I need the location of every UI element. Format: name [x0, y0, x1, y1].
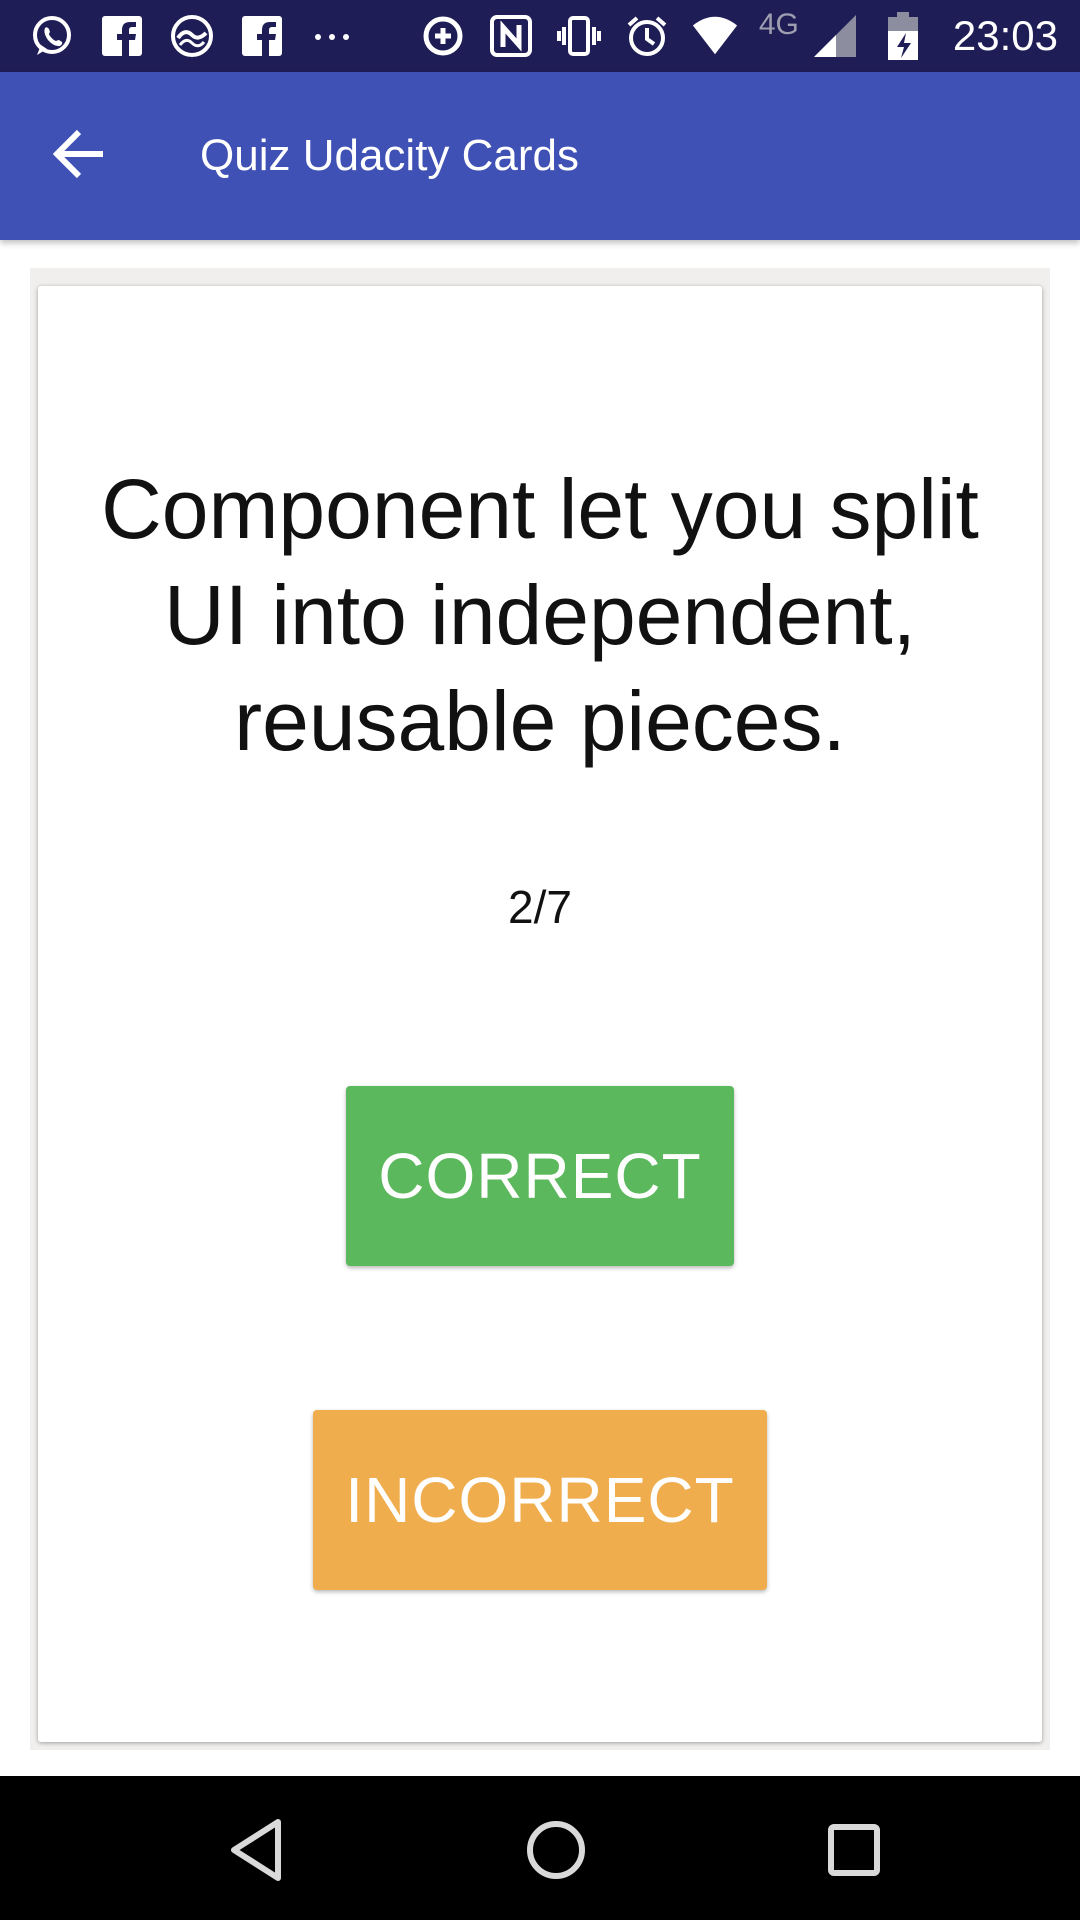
question-text: Component let you split UI into independ… — [101, 462, 979, 768]
vibrate-icon — [555, 12, 603, 60]
app-icon — [168, 12, 216, 60]
back-triangle-icon — [228, 1818, 284, 1887]
progress-counter: 2/7 — [508, 881, 572, 933]
nav-back-button[interactable] — [216, 1812, 296, 1892]
whatsapp-icon — [28, 12, 76, 60]
app-bar: Quiz Udacity Cards — [0, 72, 1080, 240]
nav-recents-button[interactable] — [814, 1812, 894, 1892]
signal-icon — [811, 12, 859, 60]
facebook-icon — [238, 12, 286, 60]
quiz-card: Component let you split UI into independ… — [38, 286, 1042, 1742]
alarm-icon — [623, 12, 671, 60]
incorrect-button[interactable]: INCORRECT — [313, 1410, 767, 1590]
page-title: Quiz Udacity Cards — [200, 131, 580, 180]
network-type-label: 4G — [758, 8, 799, 41]
data-saver-icon — [419, 12, 467, 60]
nav-home-button[interactable] — [516, 1812, 596, 1892]
system-icons: 4G 23:03 — [419, 8, 1058, 64]
back-button[interactable] — [40, 122, 120, 190]
recents-square-icon — [826, 1822, 882, 1883]
clock: 23:03 — [952, 12, 1058, 59]
more-icon — [308, 12, 356, 60]
home-circle-icon — [524, 1818, 588, 1887]
correct-button[interactable]: CORRECT — [346, 1086, 734, 1266]
navigation-bar — [0, 1776, 1080, 1920]
wifi-icon — [691, 12, 739, 60]
notification-icons — [28, 12, 356, 60]
arrow-left-icon — [52, 129, 107, 184]
battery-charging-icon — [879, 12, 927, 60]
nfc-icon — [487, 12, 535, 60]
status-bar: 4G 23:03 — [0, 0, 1080, 72]
facebook-icon — [98, 12, 146, 60]
